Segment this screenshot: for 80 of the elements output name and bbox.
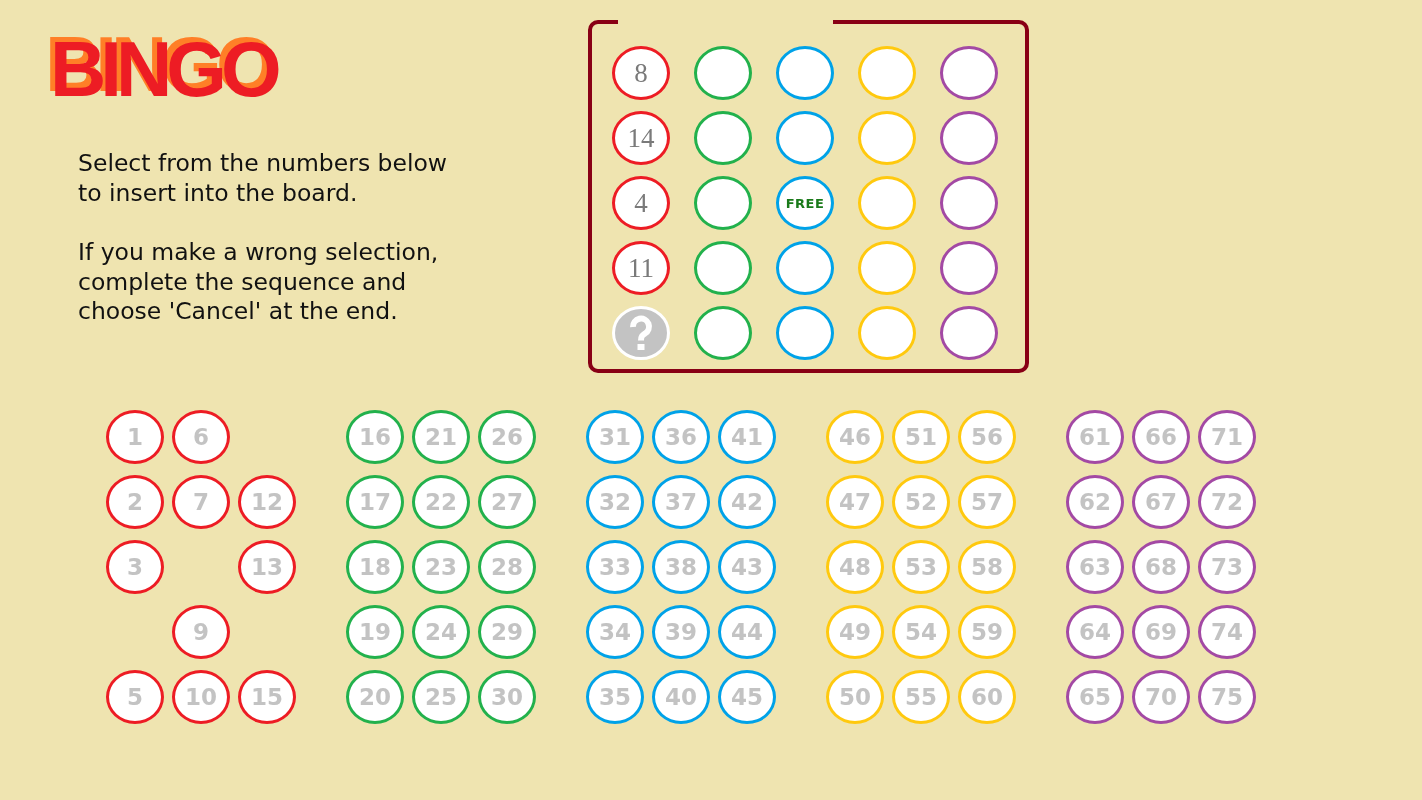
number-ball[interactable]: 58: [958, 540, 1016, 594]
number-ball[interactable]: 65: [1066, 670, 1124, 724]
number-ball[interactable]: 23: [412, 540, 470, 594]
number-ball[interactable]: 69: [1132, 605, 1190, 659]
number-ball[interactable]: 24: [412, 605, 470, 659]
number-ball[interactable]: 18: [346, 540, 404, 594]
number-ball[interactable]: 61: [1066, 410, 1124, 464]
number-ball[interactable]: 16: [346, 410, 404, 464]
number-ball[interactable]: 29: [478, 605, 536, 659]
number-ball[interactable]: 52: [892, 475, 950, 529]
number-ball[interactable]: 35: [586, 670, 644, 724]
board-slot: 11: [612, 241, 670, 295]
number-ball[interactable]: 1: [106, 410, 164, 464]
number-ball[interactable]: 13: [238, 540, 296, 594]
number-ball[interactable]: 17: [346, 475, 404, 529]
number-ball[interactable]: 28: [478, 540, 536, 594]
number-ball[interactable]: 70: [1132, 670, 1190, 724]
number-ball[interactable]: 10: [172, 670, 230, 724]
free-space: FREE: [776, 176, 834, 230]
board-slot: 8: [612, 46, 670, 100]
number-ball[interactable]: 43: [718, 540, 776, 594]
board-slot: 14: [612, 111, 670, 165]
number-ball[interactable]: 21: [412, 410, 470, 464]
number-ball[interactable]: 20: [346, 670, 404, 724]
number-ball[interactable]: 45: [718, 670, 776, 724]
number-ball[interactable]: 25: [412, 670, 470, 724]
number-ball[interactable]: 59: [958, 605, 1016, 659]
number-ball[interactable]: 38: [652, 540, 710, 594]
number-ball[interactable]: 42: [718, 475, 776, 529]
board-slot: 4: [612, 176, 670, 230]
number-ball[interactable]: 75: [1198, 670, 1256, 724]
number-ball[interactable]: 22: [412, 475, 470, 529]
number-ball[interactable]: 19: [346, 605, 404, 659]
number-ball[interactable]: 57: [958, 475, 1016, 529]
number-ball[interactable]: 32: [586, 475, 644, 529]
number-ball[interactable]: 7: [172, 475, 230, 529]
number-ball[interactable]: 51: [892, 410, 950, 464]
number-ball[interactable]: 2: [106, 475, 164, 529]
number-ball[interactable]: 55: [892, 670, 950, 724]
number-ball[interactable]: 12: [238, 475, 296, 529]
number-ball[interactable]: 41: [718, 410, 776, 464]
question-mark-icon: [612, 306, 670, 360]
number-ball[interactable]: 47: [826, 475, 884, 529]
number-ball[interactable]: 66: [1132, 410, 1190, 464]
number-ball[interactable]: 26: [478, 410, 536, 464]
number-ball[interactable]: 74: [1198, 605, 1256, 659]
number-ball[interactable]: 71: [1198, 410, 1256, 464]
number-ball[interactable]: 72: [1198, 475, 1256, 529]
number-ball[interactable]: 49: [826, 605, 884, 659]
instruction-text: If you make a wrong selection, complete the sequence and choose 'Cancel' at the end.: [78, 238, 440, 327]
number-ball[interactable]: 30: [478, 670, 536, 724]
number-ball[interactable]: 54: [892, 605, 950, 659]
number-ball[interactable]: 9: [172, 605, 230, 659]
number-ball[interactable]: 5: [106, 670, 164, 724]
number-ball[interactable]: 62: [1066, 475, 1124, 529]
number-ball[interactable]: 60: [958, 670, 1016, 724]
number-ball[interactable]: 73: [1198, 540, 1256, 594]
instruction-text: Select from the numbers below to insert into the board.: [78, 149, 449, 208]
number-ball[interactable]: 53: [892, 540, 950, 594]
number-ball[interactable]: 40: [652, 670, 710, 724]
number-ball[interactable]: 44: [718, 605, 776, 659]
number-ball[interactable]: 33: [586, 540, 644, 594]
number-ball[interactable]: 34: [586, 605, 644, 659]
number-ball[interactable]: 46: [826, 410, 884, 464]
bingo-logo: BINGO: [49, 24, 276, 109]
number-ball[interactable]: 27: [478, 475, 536, 529]
number-ball[interactable]: 56: [958, 410, 1016, 464]
number-ball[interactable]: 31: [586, 410, 644, 464]
number-ball[interactable]: 3: [106, 540, 164, 594]
number-ball[interactable]: 48: [826, 540, 884, 594]
number-ball[interactable]: 6: [172, 410, 230, 464]
number-ball[interactable]: 15: [238, 670, 296, 724]
number-ball[interactable]: 64: [1066, 605, 1124, 659]
number-ball[interactable]: 63: [1066, 540, 1124, 594]
number-ball[interactable]: 36: [652, 410, 710, 464]
number-ball[interactable]: 67: [1132, 475, 1190, 529]
number-ball[interactable]: 50: [826, 670, 884, 724]
number-ball[interactable]: 68: [1132, 540, 1190, 594]
number-ball[interactable]: 39: [652, 605, 710, 659]
number-ball[interactable]: 37: [652, 475, 710, 529]
